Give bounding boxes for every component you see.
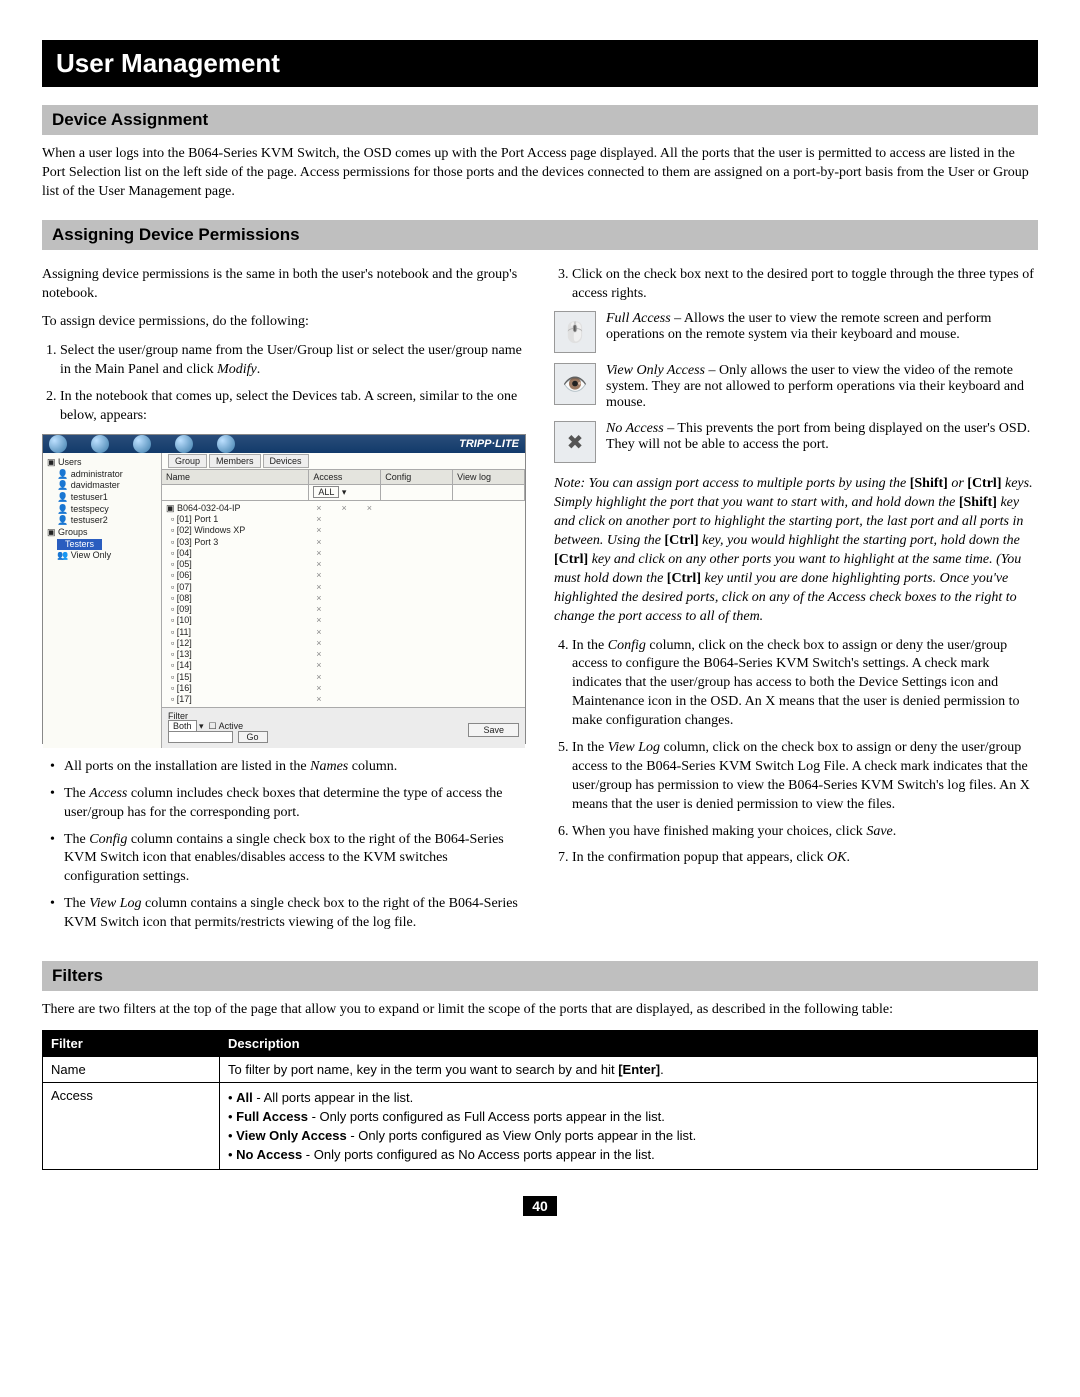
step-5: In the View Log column, click on the che… (572, 739, 1038, 815)
brand-logo: TRIPP·LITE (459, 438, 519, 450)
toolbar-icon (91, 435, 109, 453)
step-3: Click on the check box next to the desir… (572, 266, 1038, 304)
page-number: 40 (523, 1196, 557, 1216)
save-button: Save (468, 723, 519, 737)
th-filter: Filter (43, 1030, 220, 1056)
port-list: ▣ B064-032-04-IP× × × ▫ [01] Port 1× ▫ [… (162, 501, 525, 708)
filter-access-desc: All - All ports appear in the list. Full… (220, 1082, 1038, 1169)
filters-intro: There are two filters at the top of the … (42, 1001, 1038, 1020)
full-access-icon: 🖱️ (554, 311, 596, 353)
section-heading-device-assignment: Device Assignment (42, 105, 1038, 135)
step-1: Select the user/group name from the User… (60, 342, 526, 380)
full-access-text: Full Access – Allows the user to view th… (606, 311, 1038, 343)
toolbar-icon (175, 435, 193, 453)
bullet-access: The Access column includes check boxes t… (50, 785, 526, 823)
bullet-viewlog: The View Log column contains a single ch… (50, 895, 526, 933)
step-4: In the Config column, click on the check… (572, 637, 1038, 731)
grid-header: Name Access Config View log (162, 470, 525, 485)
filters-table: Filter Description Name To filter by por… (42, 1030, 1038, 1170)
view-only-icon: 👁️ (554, 363, 596, 405)
left-column: Assigning device permissions is the same… (42, 260, 526, 943)
toolbar-icon (217, 435, 235, 453)
assigning-intro: Assigning device permissions is the same… (42, 266, 526, 304)
right-column: Click on the check box next to the desir… (554, 260, 1038, 943)
device-assignment-text: When a user logs into the B064-Series KV… (42, 145, 1038, 202)
no-access-icon: ✖ (554, 421, 596, 463)
page-title-bar: User Management (42, 40, 1038, 87)
no-access-text: No Access – This prevents the port from … (606, 421, 1038, 453)
bullet-config: The Config column contains a single chec… (50, 831, 526, 888)
user-group-tree: ▣ Users 👤 administrator 👤 davidmaster 👤 … (43, 453, 162, 749)
section-heading-filters: Filters (42, 961, 1038, 991)
filter-access-cell: Access (43, 1082, 220, 1169)
assigning-lead: To assign device permissions, do the fol… (42, 313, 526, 332)
notebook-tabs: GroupMembersDevices (162, 453, 525, 470)
step-2: In the notebook that comes up, select th… (60, 388, 526, 426)
toolbar-icon (133, 435, 151, 453)
step-7: In the confirmation popup that appears, … (572, 849, 1038, 868)
section-heading-assigning: Assigning Device Permissions (42, 220, 1038, 250)
bullet-names: All ports on the installation are listed… (50, 758, 526, 777)
th-description: Description (220, 1030, 1038, 1056)
step-6: When you have finished making your choic… (572, 823, 1038, 842)
toolbar-icon (49, 435, 67, 453)
filter-name-desc: To filter by port name, key in the term … (220, 1056, 1038, 1082)
multi-select-note: Note: You can assign port access to mult… (554, 475, 1038, 626)
view-only-text: View Only Access – Only allows the user … (606, 363, 1038, 411)
devices-tab-screenshot: TRIPP·LITE ▣ Users 👤 administrator 👤 dav… (42, 434, 526, 744)
filter-name-cell: Name (43, 1056, 220, 1082)
filter-panel: Filter Both ▾ ☐ Active Save Go (162, 707, 525, 748)
